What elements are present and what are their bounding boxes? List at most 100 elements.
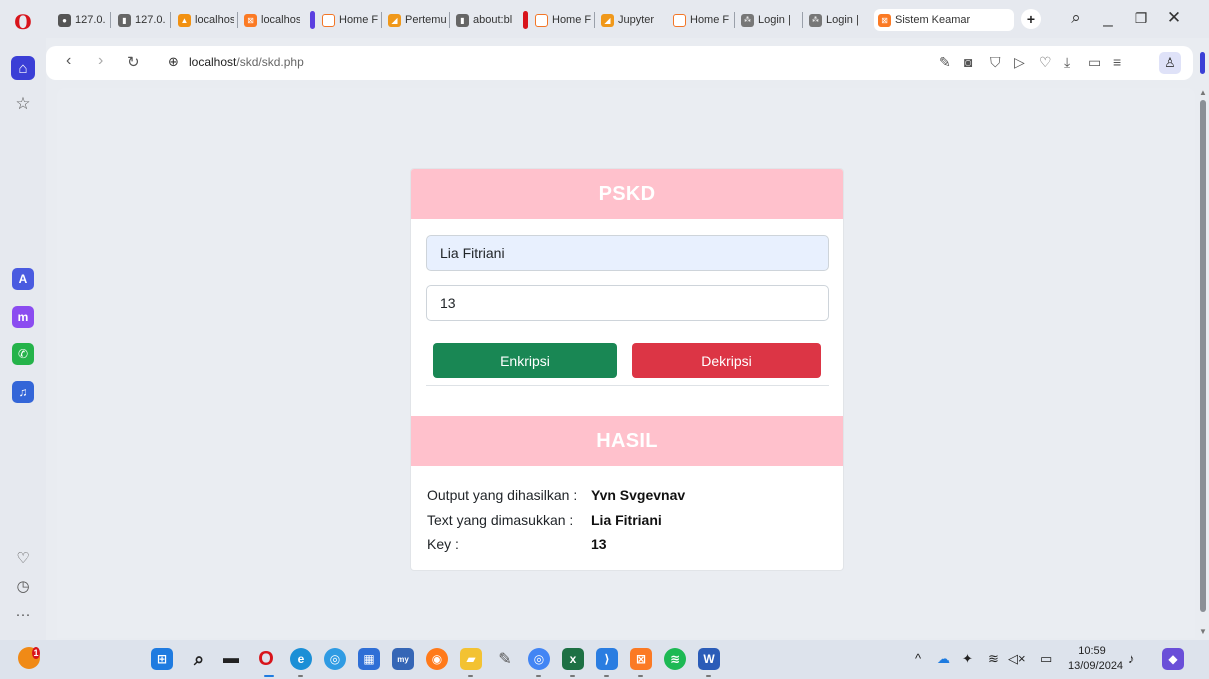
vscode-icon[interactable]: ⟩ xyxy=(596,648,618,670)
login-icon: ⁂ xyxy=(809,13,822,27)
edge-icon[interactable]: e xyxy=(290,648,312,670)
login-icon: ⁂ xyxy=(741,13,754,27)
minimize-icon[interactable]: _ xyxy=(1096,8,1120,28)
taskbar: 1 ⊞ ⌕ ▬ O e ◎ ▦ my ◉ ▰ ✎ ◎ x ⟩ ⊠ ≋ W ^ ☁… xyxy=(0,640,1209,679)
tab-active-sistem-keamanan[interactable]: ⊠ Sistem Keamar xyxy=(874,9,1014,31)
tab-4[interactable]: ⊠ localhos xyxy=(240,9,300,31)
output-value: Yvn Svgevnav xyxy=(591,487,686,503)
history-icon[interactable]: ◷ xyxy=(11,574,35,598)
mysql-workbench-icon[interactable]: my xyxy=(392,648,414,670)
shield-icon[interactable]: ⛉ xyxy=(990,54,1001,71)
xampp-taskbar-icon[interactable]: ⊠ xyxy=(630,648,652,670)
opera-logo-icon[interactable]: O xyxy=(11,10,35,34)
download-icon[interactable]: ⤓ xyxy=(1064,54,1070,71)
windows-start-icon[interactable]: ⊞ xyxy=(151,648,173,670)
copilot-icon[interactable]: ◆ xyxy=(1162,648,1184,670)
battery-icon[interactable]: ▭ xyxy=(1040,651,1052,667)
profile-icon[interactable]: ♙ xyxy=(1159,52,1181,74)
chrome-icon[interactable]: ◎ xyxy=(528,648,550,670)
restore-icon[interactable]: ❐ xyxy=(1129,10,1153,27)
close-icon[interactable]: ✕ xyxy=(1162,8,1186,28)
jupyter-icon xyxy=(535,13,548,27)
store-icon[interactable]: ▦ xyxy=(358,648,380,670)
tab-7[interactable]: ▮ about:bl xyxy=(452,9,514,31)
xampp-icon: ⊠ xyxy=(878,13,891,27)
whatsapp-icon[interactable]: ✆ xyxy=(12,343,34,365)
tab-bar: ● 127.0.0. ▮ 127.0.0. ▲ localhos ⊠ local… xyxy=(46,0,1209,38)
star-icon[interactable]: ☆ xyxy=(11,92,35,116)
browser-sidebar: O ⌂ ☆ A m ✆ ♫ ♡ ◷ ··· xyxy=(0,0,46,640)
key-label: Key : xyxy=(427,536,459,552)
tab-9[interactable]: ◢ Jupyter xyxy=(597,9,659,31)
wifi-icon[interactable]: ≋ xyxy=(988,651,999,667)
divider xyxy=(426,385,829,386)
opera-taskbar-icon[interactable]: O xyxy=(255,648,277,670)
input-text-label: Text yang dimasukkan : xyxy=(427,512,574,528)
easy-setup-icon[interactable]: ≡ xyxy=(1113,54,1121,70)
file-explorer-icon[interactable]: ▰ xyxy=(460,648,482,670)
music-player-icon[interactable]: ♫ xyxy=(12,381,34,403)
paint-icon[interactable]: ✎ xyxy=(494,648,516,670)
onedrive-icon[interactable]: ☁ xyxy=(937,651,950,667)
clock[interactable]: 10:59 13/09/2024 xyxy=(1068,644,1123,674)
spotify-icon[interactable]: ≋ xyxy=(664,648,686,670)
scroll-down-arrow-icon[interactable]: ▼ xyxy=(1199,627,1207,636)
search-icon[interactable]: ⌕ xyxy=(188,648,210,670)
heart-icon[interactable]: ♡ xyxy=(11,546,35,570)
notifications-bell-icon[interactable]: ♪ xyxy=(1128,651,1135,666)
excel-icon[interactable]: x xyxy=(562,648,584,670)
volume-icon[interactable]: ◁× xyxy=(1008,651,1026,667)
back-icon[interactable]: ‹ xyxy=(66,52,71,70)
page-title: PSKD xyxy=(411,169,843,219)
heart-outline-icon[interactable]: ♡ xyxy=(1039,54,1052,71)
moodle-icon: ◢ xyxy=(601,13,614,27)
messenger-icon[interactable]: m xyxy=(12,306,34,328)
tab-8[interactable]: Home F xyxy=(531,9,591,31)
key-value: 13 xyxy=(591,536,607,552)
search-tabs-icon[interactable]: ⌕ xyxy=(1064,8,1088,28)
address-bar: ‹ › ↻ ⊕ localhost/skd/skd.php ✎ ◙ ⛉ ▷ ♡ … xyxy=(46,46,1193,80)
task-view-icon[interactable]: ▬ xyxy=(220,648,242,670)
tab-2[interactable]: ▮ 127.0.0. xyxy=(114,9,166,31)
decrypt-button[interactable]: Dekripsi xyxy=(632,343,821,378)
tab-11[interactable]: ⁂ Login | xyxy=(737,9,799,31)
vertical-scrollbar[interactable] xyxy=(1200,100,1206,612)
tray-overflow-icon[interactable]: ^ xyxy=(915,651,921,666)
aria-app-icon[interactable]: A xyxy=(12,268,34,290)
input-text-value: Lia Fitriani xyxy=(591,512,662,528)
tab-5[interactable]: Home F xyxy=(318,9,378,31)
play-icon[interactable]: ▷ xyxy=(1014,54,1025,71)
tab-6[interactable]: ◢ Pertemu xyxy=(384,9,446,31)
document-icon: ▮ xyxy=(118,13,131,27)
forward-icon[interactable]: › xyxy=(98,52,103,70)
edit-icon[interactable]: ✎ xyxy=(939,54,951,71)
tab-12[interactable]: ⁂ Login | xyxy=(805,9,867,31)
text-input[interactable]: Lia Fitriani xyxy=(426,235,829,271)
sidebar-toggle-bar[interactable] xyxy=(1200,52,1205,74)
tab-1[interactable]: ● 127.0.0. xyxy=(54,9,106,31)
home-icon[interactable]: ⌂ xyxy=(11,56,35,80)
xampp-icon: ⊠ xyxy=(244,13,257,27)
url-field[interactable]: localhost/skd/skd.php xyxy=(189,55,304,69)
globe-icon: ● xyxy=(58,13,71,27)
more-icon[interactable]: ··· xyxy=(11,602,35,626)
bluetooth-icon[interactable]: ✦ xyxy=(962,651,973,667)
result-title: HASIL xyxy=(411,416,843,466)
scroll-up-arrow-icon[interactable]: ▲ xyxy=(1199,88,1207,97)
output-label: Output yang dihasilkan : xyxy=(427,487,578,503)
moodle-icon: ◢ xyxy=(388,13,401,27)
site-info-icon[interactable]: ⊕ xyxy=(168,54,179,70)
firefox-icon[interactable]: ◉ xyxy=(426,648,448,670)
tab-10[interactable]: Home F xyxy=(669,9,731,31)
encrypt-button[interactable]: Enkripsi xyxy=(433,343,617,378)
key-input[interactable]: 13 xyxy=(426,285,829,321)
notification-app-icon[interactable]: 1 xyxy=(18,647,40,669)
word-icon[interactable]: W xyxy=(698,648,720,670)
reload-icon[interactable]: ↻ xyxy=(127,53,140,71)
battery-saver-icon[interactable]: ▭ xyxy=(1088,54,1101,71)
chrome-canary-icon[interactable]: ◎ xyxy=(324,648,346,670)
jupyter-icon xyxy=(322,13,335,27)
camera-icon[interactable]: ◙ xyxy=(964,54,972,70)
tab-3[interactable]: ▲ localhos xyxy=(174,9,234,31)
new-tab-button[interactable]: + xyxy=(1021,9,1041,29)
